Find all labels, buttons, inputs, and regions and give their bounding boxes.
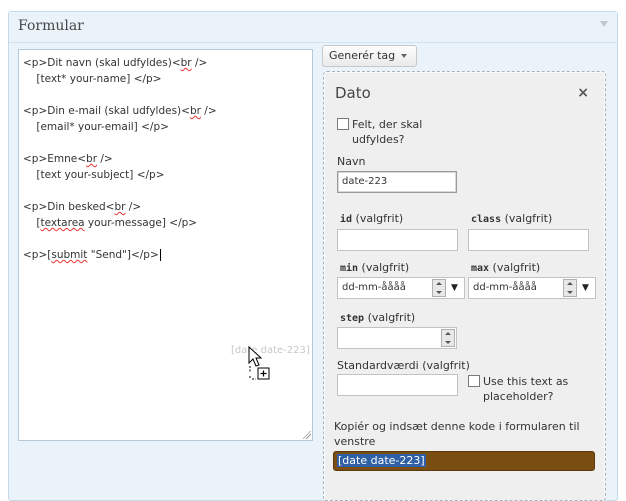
max-date-value: dd-mm-åååå (473, 282, 537, 293)
move-copy-cursor-icon (248, 346, 270, 380)
dialog-title: Dato (335, 84, 371, 102)
copy-instructions: Kopiér og indsæt denne kode i formularen… (334, 420, 580, 448)
max-label: max (valgfrit) (471, 261, 541, 274)
placeholder-checkbox[interactable] (468, 375, 480, 387)
generated-code[interactable]: [date date-223] (337, 454, 426, 467)
code-line: <p>Din e-mail (skal udfyldes)<br /> (23, 105, 217, 117)
resize-grip-icon[interactable] (303, 431, 311, 439)
code-line: <p>Din besked<br /> (23, 201, 142, 213)
triangle-down-icon[interactable] (600, 21, 608, 27)
panel-header[interactable]: Formular (9, 12, 617, 43)
default-value-label: Standardværdi (valgfrit) (337, 359, 470, 372)
name-input[interactable]: date-223 (337, 171, 457, 193)
id-input[interactable] (337, 229, 458, 251)
min-spinner[interactable] (432, 279, 446, 297)
code-line: [text your-subject] </p> (23, 169, 165, 181)
generated-code-box[interactable]: [date date-223] (333, 451, 595, 471)
step-spinner[interactable] (441, 329, 455, 347)
code-line: <p>Emne<br /> (23, 153, 113, 165)
code-line: [textarea your-message] </p> (23, 217, 198, 229)
form-code-textarea[interactable]: <p>Dit navn (skal udfyldes)<br /> [text*… (18, 49, 313, 441)
generate-tag-button[interactable]: Generér tag (322, 45, 418, 67)
step-label: step (valgfrit) (340, 311, 416, 324)
step-input[interactable] (337, 327, 457, 349)
required-label: Felt, der skal udfyldes? (352, 118, 423, 146)
min-label: min (valgfrit) (340, 261, 410, 274)
code-line: <p>Dit navn (skal udfyldes)<br /> (23, 57, 208, 69)
placeholder-label: Use this text as placeholder? (483, 375, 569, 403)
code-line: [text* your-name] </p> (23, 73, 162, 85)
min-dropdown-icon[interactable]: ▼ (451, 283, 458, 293)
name-label: Navn (337, 155, 366, 168)
max-spinner[interactable] (563, 279, 577, 297)
required-checkbox[interactable] (337, 118, 349, 130)
chevron-down-icon (401, 54, 408, 58)
max-dropdown-icon[interactable]: ▼ (582, 283, 589, 293)
generate-tag-label: Generér tag (329, 49, 396, 62)
id-label: id (valgfrit) (340, 212, 404, 225)
panel-title: Formular (18, 18, 84, 34)
class-input[interactable] (468, 229, 589, 251)
min-date-value: dd-mm-åååå (342, 282, 406, 293)
close-icon[interactable]: × (577, 85, 589, 101)
default-value-input[interactable] (337, 374, 458, 396)
code-line: [email* your-email] </p> (23, 121, 169, 133)
code-line: <p>[submit "Send"]</p> (23, 249, 161, 261)
text-caret (159, 249, 161, 261)
class-label: class (valgfrit) (471, 212, 553, 225)
